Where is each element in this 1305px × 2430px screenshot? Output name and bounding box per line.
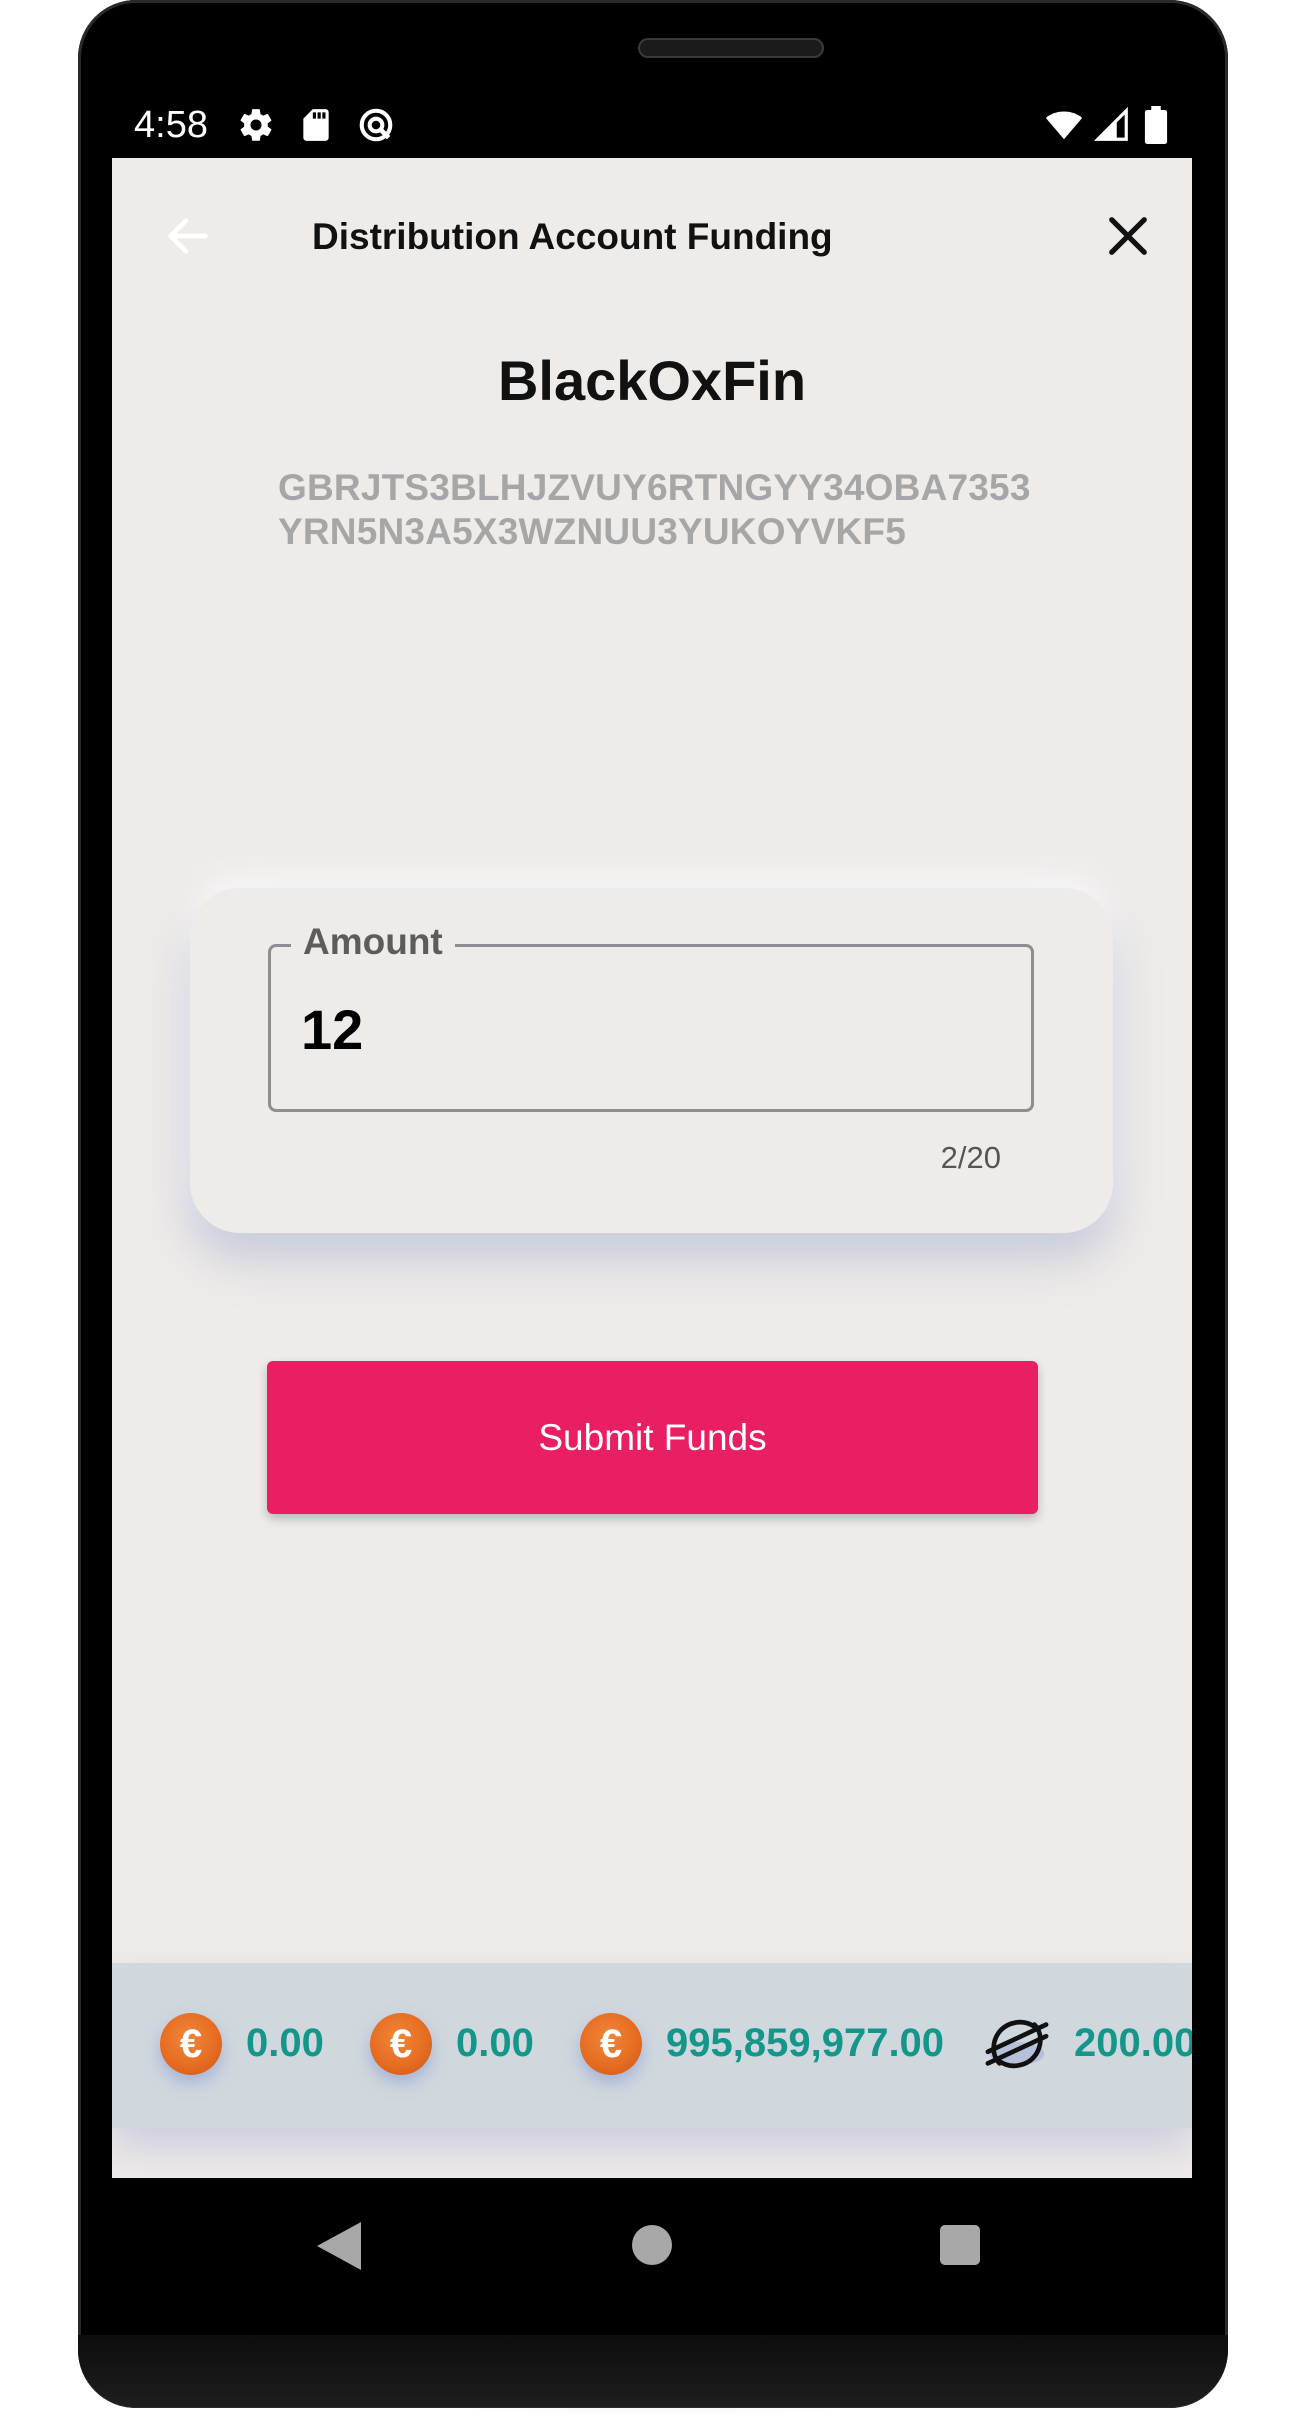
settings-icon bbox=[240, 109, 272, 141]
amount-value[interactable]: 12 bbox=[301, 997, 363, 1062]
status-bar: 4:58 bbox=[112, 98, 1192, 158]
device-stage: 4:58 Distribution Account Funding BlackO… bbox=[0, 0, 1305, 2430]
close-icon[interactable] bbox=[1102, 210, 1154, 262]
amount-char-counter: 2/20 bbox=[940, 1140, 1001, 1175]
nav-recents-icon[interactable] bbox=[940, 2225, 980, 2265]
account-key-line-2: YRN5N3A5X3WZNUU3YUKOYVKF5 bbox=[278, 511, 906, 552]
sd-card-icon bbox=[303, 109, 329, 141]
account-name: BlackOxFin bbox=[497, 349, 807, 412]
stellar-icon bbox=[985, 2019, 1049, 2069]
nav-back-icon[interactable] bbox=[317, 2222, 361, 2270]
submit-funds-button[interactable]: Submit Funds bbox=[267, 1361, 1038, 1514]
euro-coin-icon: € bbox=[370, 2013, 432, 2075]
phone-speaker bbox=[638, 38, 824, 58]
account-public-key: GBRJTS3BLHJZVUY6RTNGYY34OBA7353 YRN5N3A5… bbox=[278, 466, 1078, 554]
vpn-icon bbox=[359, 108, 393, 142]
status-time: 4:58 bbox=[134, 104, 208, 146]
wifi-icon bbox=[1045, 111, 1083, 140]
phone-bottom-edge bbox=[78, 2335, 1228, 2407]
app-screen: Distribution Account Funding BlackOxFin … bbox=[112, 158, 1192, 2178]
balance-amount: 0.00 bbox=[246, 2021, 324, 2065]
balance-amount: 200.00 bbox=[1074, 2021, 1192, 2065]
balance-amount: 995,859,977.00 bbox=[666, 2021, 945, 2065]
page-title: Distribution Account Funding bbox=[312, 216, 833, 257]
nav-home-icon[interactable] bbox=[632, 2225, 672, 2265]
euro-coin-icon: € bbox=[580, 2013, 642, 2075]
amount-input[interactable]: Amount 12 bbox=[268, 921, 1034, 1112]
amount-card: Amount 12 2/20 bbox=[190, 888, 1113, 1233]
balance-amount: 0.00 bbox=[456, 2021, 534, 2065]
account-key-line-1: GBRJTS3BLHJZVUY6RTNGYY34OBA7353 bbox=[278, 467, 1031, 508]
balance-strip[interactable]: € 0.00 € 0.00 € 995,859,977.00 200.00 bbox=[112, 1963, 1192, 2128]
battery-icon bbox=[1144, 106, 1168, 144]
euro-coin-icon: € bbox=[160, 2013, 222, 2075]
arrow-left-icon[interactable] bbox=[162, 210, 214, 262]
signal-icon bbox=[1093, 106, 1128, 141]
system-nav-bar bbox=[112, 2178, 1192, 2328]
amount-label: Amount bbox=[291, 921, 455, 963]
